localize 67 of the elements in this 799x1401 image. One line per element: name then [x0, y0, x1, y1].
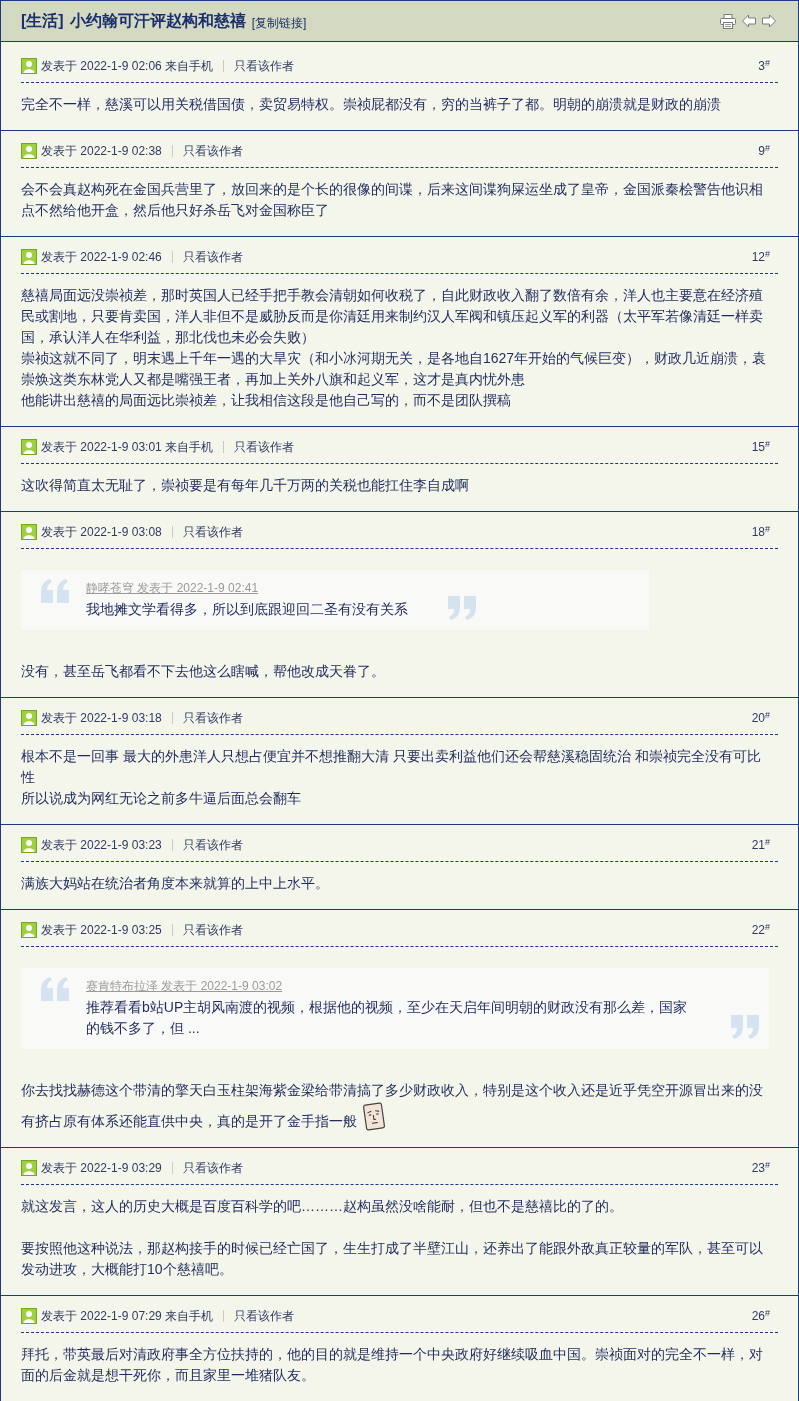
post-text: 没有，甚至岳飞都看不下去他这么瞎喊，帮他改成天眷了。: [21, 662, 386, 681]
post-text: 完全不一样，慈溪可以用关税借国债，卖贸易特权。崇祯屁都没有，穷的当裤子了都。明朝的崩溃就是财政的崩溃: [21, 95, 722, 114]
author-only-link[interactable]: 只看该作者: [182, 248, 243, 266]
avatar-icon: [21, 58, 37, 74]
post-text: 根本不是一回事 最大的外患洋人只想占便宜并不想推翻大清 只要出卖利益他们还会帮慈溪稳固统治 和崇祯完全没有可比性: [21, 747, 762, 787]
avatar-icon: [21, 710, 37, 726]
author-only-link[interactable]: 只看该作者: [182, 1159, 243, 1177]
post-date: 发表于 2022-1-9 03:25: [41, 922, 162, 939]
quote-text: 我地摊文学看得多，所以到底跟迎回二圣有没有关系: [86, 600, 408, 619]
post-text: 会不会真赵构死在金国兵营里了，放回来的是个长的很像的间谍，后来这间谍狗屎运坐成了皇帝，金国派秦桧警告他识相点不然给他开盒，然后他只好杀岳飞对金国称臣了: [21, 180, 764, 220]
floor-number[interactable]: 9$^{#}$: [758, 142, 770, 160]
right-arrow-icon[interactable]: [762, 14, 776, 28]
print-icon[interactable]: [720, 13, 736, 29]
post-text: 这吹得简直太无耻了，崇祯要是有每年几千万两的关税也能扛住李自成啊: [21, 476, 470, 495]
floor-number[interactable]: 21$^{#}$: [751, 836, 770, 854]
left-arrow-icon[interactable]: [742, 14, 756, 28]
author-only-link[interactable]: 只看该作者: [182, 142, 243, 160]
floor-number[interactable]: 26$^{#}$: [751, 1307, 770, 1325]
avatar-icon: [21, 249, 37, 265]
post-text: 有挤占原有体系还能直供中央，真的是开了金手指一般: [21, 1112, 357, 1131]
post-text: 满族大妈站在统治者角度本来就算的上中上水平。: [21, 874, 330, 893]
post-text: 他能讲出慈禧的局面远比崇祯差，让我相信这段是他自己写的，而不是团队撰稿: [21, 391, 512, 410]
post-date: 发表于 2022-1-9 03:01 来自手机: [41, 439, 214, 456]
post-date: 发表于 2022-1-9 02:46: [41, 249, 162, 266]
post-text: 你去找找赫德这个带清的擎天白玉柱架海紫金梁给带清搞了多少财政收入，特别是这个收入还是近乎凭空开源冒出来的没: [21, 1081, 764, 1100]
avatar-icon: [21, 1308, 37, 1324]
quote-open-icon: [41, 579, 69, 603]
author-only-link[interactable]: 只看该作者: [182, 709, 243, 727]
author-only-link[interactable]: 只看该作者: [234, 1307, 295, 1325]
post-date: 发表于 2022-1-9 03:08: [41, 524, 162, 541]
author-only-link[interactable]: 只看该作者: [234, 57, 295, 75]
author-only-link[interactable]: 只看该作者: [182, 921, 243, 939]
post-text: 要按照他这种说法，那赵构接手的时候已经亡国了，生生打成了半壁江山，还养出了能跟外敌真正较量的军队，甚至可以发动进攻，大概能打10个慈禧吧。: [21, 1239, 764, 1279]
thread-title: 小约翰可汗评赵构和慈禧: [69, 11, 246, 31]
quote-close-icon: [731, 1015, 759, 1039]
floor-number[interactable]: 20$^{#}$: [751, 709, 770, 727]
quote-text: 推荐看看b站UP主胡风南渡的视频，根据他的视频，至少在天启年间明朝的财政没有那么差，国家的钱不多了，但 ...: [86, 998, 689, 1038]
author-only-link[interactable]: 只看该作者: [182, 836, 243, 854]
floor-number[interactable]: 3$^{#}$: [758, 57, 770, 75]
copy-link[interactable]: [复制链接]: [251, 13, 307, 32]
floor-number[interactable]: 22$^{#}$: [751, 921, 770, 939]
post-date: 发表于 2022-1-9 03:18: [41, 710, 162, 727]
floor-number[interactable]: 23$^{#}$: [751, 1159, 770, 1177]
post-date: 发表于 2022-1-9 02:38: [41, 143, 162, 160]
author-only-link[interactable]: 只看该作者: [182, 523, 243, 541]
author-only-link[interactable]: 只看该作者: [234, 438, 295, 456]
post-date: 发表于 2022-1-9 03:29: [41, 1160, 162, 1177]
post-date: 发表于 2022-1-9 03:23: [41, 837, 162, 854]
floor-number[interactable]: 12$^{#}$: [751, 248, 770, 266]
avatar-icon: [21, 439, 37, 455]
floor-number[interactable]: 18$^{#}$: [751, 523, 770, 541]
category-link[interactable]: [生活]: [21, 9, 64, 33]
avatar-icon: [21, 524, 37, 540]
avatar-icon: [21, 922, 37, 938]
quote-close-icon: [448, 596, 476, 620]
avatar-icon: [21, 837, 37, 853]
post-text: 拜托，带英最后对清政府事全方位扶持的，他的目的就是维持一个中央政府好继续吸血中国。崇祯面对的完全不一样，对面的后金就是想干死你，而且家里一堆猪队友。: [21, 1345, 764, 1385]
avatar-icon: [21, 143, 37, 159]
post-text: 崇祯这就不同了，明末遇上千年一遇的大旱灾（和小冰河期无关，是各地自1627年开始的气候巨变），财政几近崩溃，袁崇焕这类东林党人又都是嘴强王者，再加上关外八旗和起义军，这才是真内忧外患: [21, 349, 768, 389]
post-text: 就这发言，这人的历史大概是百度百科学的吧………赵构虽然没啥能耐，但也不是慈禧比的了的。: [21, 1197, 624, 1216]
avatar-icon: [21, 1160, 37, 1176]
floor-number[interactable]: 15$^{#}$: [751, 438, 770, 456]
quote-open-icon: [41, 977, 69, 1001]
post-date: 发表于 2022-1-9 07:29 来自手机: [41, 1308, 214, 1325]
post-text: 所以说成为网红无论之前多牛逼后面总会翻车: [21, 789, 302, 808]
post-date: 发表于 2022-1-9 02:06 来自手机: [41, 58, 214, 75]
post-text: 慈禧局面远没崇祯差，那时英国人已经手把手教会清朝如何收税了，自此财政收入翻了数倍有余，洋人也主要意在经济殖民或割地，只要肯卖国，洋人非但不是威胁反而是你清廷用来制约汉人军阀和镇压起义军的利器（太平军若像清廷一样卖国，承认洋人在华利益，那北伐也未必会失败）: [21, 286, 764, 347]
